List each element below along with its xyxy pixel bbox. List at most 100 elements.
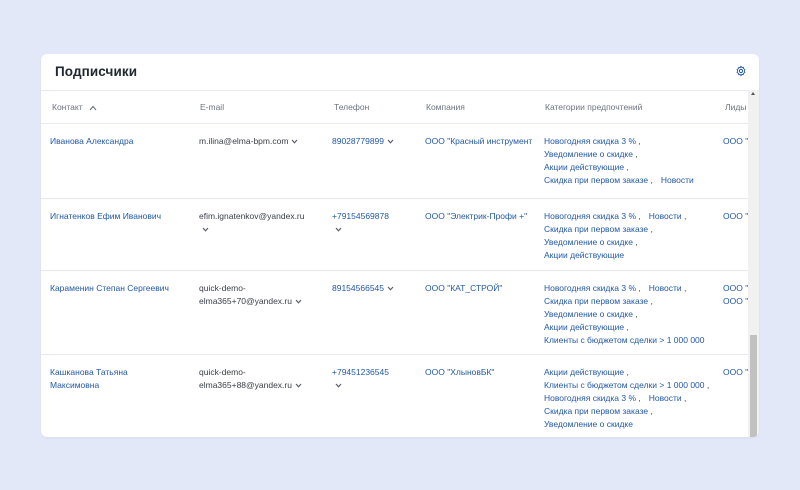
company-name[interactable]: ООО "КАТ_СТРОЙ" [425,283,502,293]
category-line: Клиенты с бюджетом сделки > 1 000 000 , [544,379,709,392]
phone-value[interactable]: 89028779899 [332,136,384,146]
leads-cell: ООО " ООО " [723,282,748,308]
email-value[interactable]: elma365+88@yandex.ru [199,380,292,390]
category-line: Уведомление о скидке , [544,236,686,249]
column-header-email[interactable]: E-mail [200,102,224,112]
category-tag[interactable]: Акции действующие [544,162,624,172]
column-header-categories[interactable]: Категории предпочтений [545,102,642,112]
category-tag[interactable]: Уведомление о скидке [544,237,633,247]
lead-link[interactable]: ООО " [723,296,748,306]
company-cell: ООО "ХлыновБК" [425,366,539,379]
category-tag[interactable]: Новости [661,175,694,185]
lead-line: ООО " [723,295,748,308]
categories-cell: Акции действующие , Клиенты с бюджетом сд… [544,366,709,431]
category-tag[interactable]: Скидка при первом заказе [544,175,648,185]
category-tag[interactable]: Акции действующие [544,250,624,260]
column-header-phone[interactable]: Телефон [334,102,369,112]
category-tag[interactable]: Уведомление о скидке [544,149,633,159]
sort-ascending-icon[interactable] [89,105,97,111]
contact-name[interactable]: Караменин Степан Сергеевич [50,283,169,293]
email-value[interactable]: m.ilina@elma-bpm.com [199,136,288,146]
contact-line: Игнатенков Ефим Иванович [50,210,161,223]
category-tag[interactable]: Скидка при первом заказе [544,224,648,234]
category-tag[interactable]: Новости [649,283,682,293]
column-header-leads[interactable]: Лиды [725,102,746,112]
categories-cell: Новогодняя скидка 3 % , Новости , Скидка п… [544,282,705,347]
category-tag[interactable]: Клиенты с бюджетом сделки > 1 000 000 [544,380,705,390]
lead-line: ООО " [723,282,748,295]
chevron-down-icon[interactable] [291,139,298,144]
category-tag[interactable]: Уведомление о скидке [544,309,633,319]
chevron-down-icon[interactable] [335,227,342,232]
chevron-down-icon[interactable] [295,383,302,388]
scroll-up-arrow-icon[interactable] [751,92,755,95]
phone-value[interactable]: +79154569878 [332,211,389,221]
chevron-down-icon[interactable] [295,299,302,304]
phone-value[interactable]: +79451236545 [332,367,389,377]
scrollbar-thumb[interactable] [750,335,757,437]
category-tag[interactable]: Акции действующие [544,322,624,332]
email-cell: quick-demo-elma365+70@yandex.ru [199,282,302,308]
email-cell: m.ilina@elma-bpm.com [199,135,298,148]
category-tag[interactable]: Новости [649,393,682,403]
company-cell: ООО "Электрик-Профи +" [425,210,539,223]
vertical-scrollbar[interactable] [748,90,759,437]
phone-line: 89028779899 [332,135,394,148]
category-tag[interactable]: Скидка при первом заказе [544,296,648,306]
separator: , [681,211,687,221]
lead-line: ООО " [723,366,748,379]
email-line: quick-demo- [199,282,302,295]
lead-link[interactable]: ООО " [723,283,748,293]
column-header-contact[interactable]: Контакт [52,102,97,112]
contact-name[interactable]: Кашканова Татьяна [50,367,128,377]
gear-icon[interactable] [735,65,747,77]
categories-cell: Новогодняя скидка 3 % , Уведомление о ски… [544,135,694,187]
categories-cell: Новогодняя скидка 3 % , Новости , Скидка п… [544,210,686,262]
chevron-down-icon[interactable] [335,383,342,388]
category-tag[interactable]: Новогодняя скидка 3 % [544,283,636,293]
column-header-company[interactable]: Компания [426,102,465,112]
category-line: Скидка при первом заказе , [544,223,686,236]
email-line [199,223,305,236]
lead-line: ООО " [723,210,748,223]
email-value[interactable]: quick-demo- [199,367,246,377]
phone-cell: +79154569878 [332,210,389,236]
contact-name[interactable]: Игнатенков Ефим Иванович [50,211,161,221]
category-tag[interactable]: Новогодняя скидка 3 % [544,136,636,146]
company-name[interactable]: ООО "Электрик-Профи +" [425,211,527,221]
company-name[interactable]: ООО "Красный инструмент [425,136,532,146]
email-line: quick-demo- [199,366,302,379]
table-row[interactable]: Караменин Степан Сергеевич quick-demo-elm… [41,270,748,355]
category-tag[interactable]: Уведомление о скидке [544,419,633,429]
table-row[interactable]: Кашканова Татьяна Максимовна quick-demo-el… [41,354,748,437]
category-tag[interactable]: Акции действующие [544,367,624,377]
email-line: efim.ignatenkov@yandex.ru [199,210,305,223]
email-cell: efim.ignatenkov@yandex.ru [199,210,305,236]
lead-link[interactable]: ООО " [723,136,748,146]
category-tag[interactable]: Новогодняя скидка 3 % [544,393,636,403]
chevron-down-icon[interactable] [387,286,394,291]
table-row[interactable]: Иванова Александра m.ilina@elma-bpm.com 89… [41,123,748,199]
category-tag[interactable]: Клиенты с бюджетом сделки > 1 000 000 [544,335,705,345]
phone-value[interactable]: 89154566545 [332,283,384,293]
contact-name[interactable]: Максимовна [50,380,99,390]
lead-link[interactable]: ООО " [723,211,748,221]
separator: , [636,211,641,221]
subscribers-card: Подписчики Контакт E-mail Телефон Компан… [41,54,759,437]
lead-link[interactable]: ООО " [723,367,748,377]
category-tag[interactable]: Новогодняя скидка 3 % [544,211,636,221]
category-tag[interactable]: Скидка при первом заказе [544,406,648,416]
category-line: Новогодняя скидка 3 % , [544,135,694,148]
chevron-down-icon[interactable] [202,227,209,232]
chevron-down-icon[interactable] [387,139,394,144]
table-row[interactable]: Игнатенков Ефим Иванович efim.ignatenkov@… [41,198,748,271]
company-cell: ООО "Красный инструмент [425,135,539,148]
email-value[interactable]: quick-demo- [199,283,246,293]
company-name[interactable]: ООО "ХлыновБК" [425,367,494,377]
email-line: m.ilina@elma-bpm.com [199,135,298,148]
email-value[interactable]: elma365+70@yandex.ru [199,296,292,306]
separator: , [636,136,641,146]
category-tag[interactable]: Новости [649,211,682,221]
contact-name[interactable]: Иванова Александра [50,136,133,146]
email-value[interactable]: efim.ignatenkov@yandex.ru [199,211,305,221]
